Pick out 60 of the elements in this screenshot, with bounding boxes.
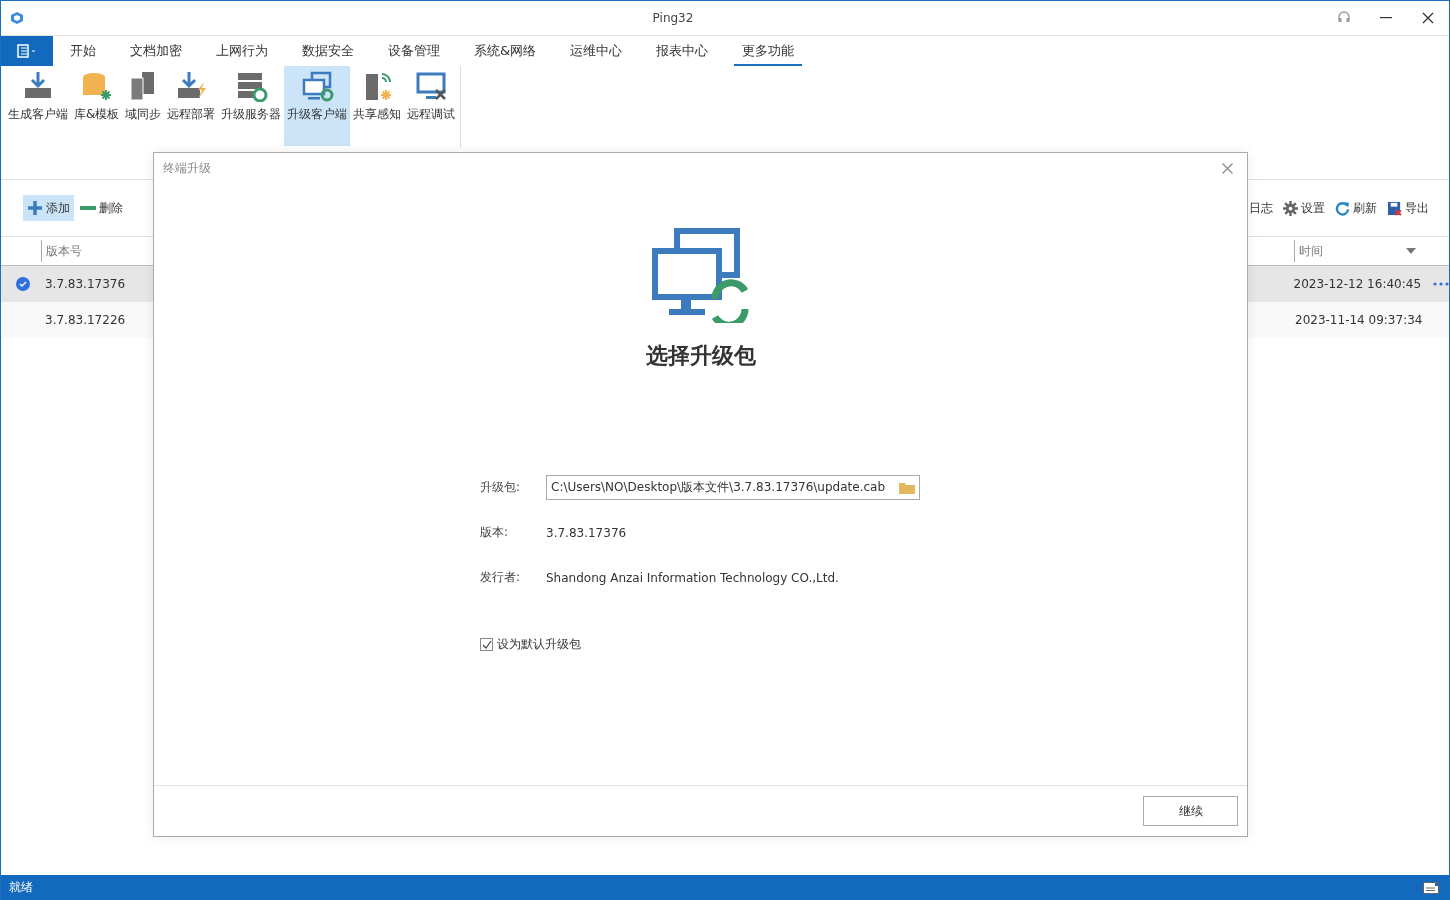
settings-icon xyxy=(1283,200,1298,216)
toolbar-button[interactable]: 导出 xyxy=(1383,195,1433,221)
ribbon-button[interactable]: 升级服务器 xyxy=(218,66,285,146)
menu-tab[interactable]: 设备管理 xyxy=(380,36,448,66)
table-cell-text: 3.7.83.17226 xyxy=(45,313,127,327)
menu-tab[interactable]: 系统&网络 xyxy=(466,36,545,66)
check-circle-icon xyxy=(15,277,30,291)
field-label: 发行者: xyxy=(480,569,522,586)
toolbar-button[interactable]: 刷新 xyxy=(1331,195,1381,221)
window-title: Ping32 xyxy=(651,11,695,25)
menu-tab[interactable]: 文档加密 xyxy=(122,36,190,66)
menu-tab[interactable]: 上网行为 xyxy=(208,36,276,66)
table-cell: 2023-12-12 16:40:45 xyxy=(1293,277,1421,291)
ribbon-button[interactable]: 远程部署 xyxy=(164,66,219,146)
minimize-icon xyxy=(1380,17,1392,19)
app-logo-icon xyxy=(11,12,23,24)
refresh-icon xyxy=(1335,200,1350,216)
field-value: 3.7.83.17376 xyxy=(546,525,627,540)
monitor-sync-icon xyxy=(300,70,335,102)
toolbar-button[interactable]: 日志 xyxy=(1245,195,1277,221)
headset-icon xyxy=(1337,11,1351,25)
menu-tab[interactable]: 运维中心 xyxy=(562,36,631,66)
plus-icon xyxy=(27,200,43,216)
dialog-heading: 选择升级包 xyxy=(645,342,756,370)
minus-icon xyxy=(80,206,96,210)
close-icon[interactable] xyxy=(1222,162,1233,174)
menu-tab[interactable]: 报表中心 xyxy=(648,36,717,66)
message-icon xyxy=(1423,881,1439,894)
ribbon-button[interactable]: 域同步 xyxy=(122,66,165,146)
toolbar-button[interactable]: 设置 xyxy=(1279,195,1329,221)
ribbon-button[interactable]: 库&模板 xyxy=(71,66,123,146)
status-text: 就绪 xyxy=(9,879,33,896)
monitor-tools-icon xyxy=(414,70,449,102)
floppy-export-icon xyxy=(1387,200,1402,216)
field-label: 升级包: xyxy=(480,479,522,496)
checkmark-icon xyxy=(481,640,492,649)
ribbon-button[interactable]: 共享感知 xyxy=(350,66,405,146)
toolbar-button[interactable]: 删除 xyxy=(76,195,127,221)
ribbon-button[interactable]: 升级客户端 xyxy=(284,66,351,146)
field-label: 版本: xyxy=(480,524,510,541)
more-options-icon xyxy=(1433,282,1449,286)
folder-icon[interactable] xyxy=(899,481,915,494)
ribbon-button[interactable]: 生成客户端 xyxy=(5,66,71,146)
field-value: Shandong Anzai Information Technology CO.,Ltd. xyxy=(546,570,839,585)
ribbon-button[interactable]: 远程调试 xyxy=(404,66,459,146)
default-package-checkbox[interactable]: 设为默认升级包 xyxy=(480,636,920,653)
close-icon xyxy=(1422,12,1434,24)
continue-button[interactable]: 继续 xyxy=(1143,796,1238,826)
menu-icon xyxy=(17,44,37,58)
menu-tab[interactable]: 更多功能 xyxy=(734,36,803,66)
column-header[interactable]: 时间 xyxy=(1294,240,1424,262)
table-cell: 2023-11-14 09:37:34 xyxy=(1295,313,1423,327)
table-cell-text: 3.7.83.17376 xyxy=(44,277,127,291)
file-path-field[interactable]: C:\Users\NO\Desktop\版本文件\3.7.83.17376\update.cab xyxy=(546,475,920,500)
menu-tab[interactable]: 数据安全 xyxy=(294,36,362,66)
dropdown-caret-icon xyxy=(1406,248,1416,254)
monitors-sync-icon xyxy=(650,227,751,323)
toolbar-button[interactable]: 添加 xyxy=(23,195,74,221)
dialog-title: 终端升级 xyxy=(163,159,211,177)
menu-tab[interactable]: 开始 xyxy=(62,36,104,66)
